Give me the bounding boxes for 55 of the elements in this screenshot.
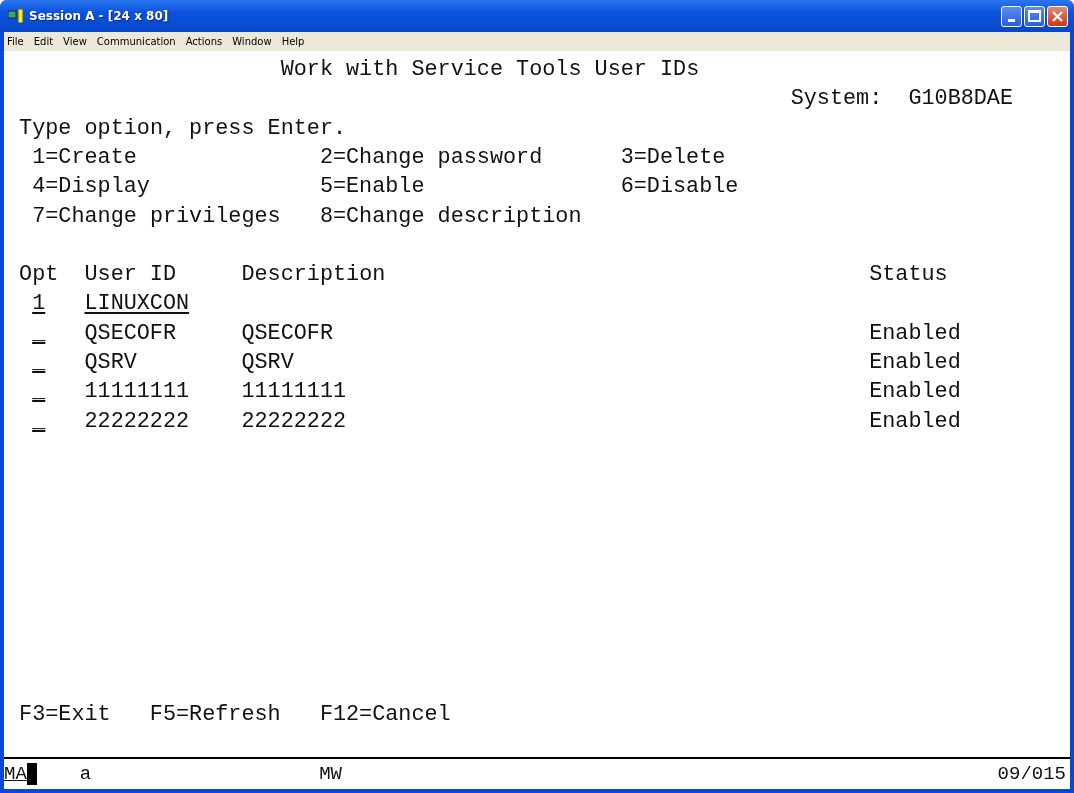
description-cell: 22222222 [241,408,347,434]
menu-item[interactable]: Actions [185,36,223,47]
session-indicator: MA [4,763,27,785]
user-id-cell: 22222222 [84,408,190,434]
system-name: G10B8DAE [908,86,1013,112]
menu-item[interactable]: Help [281,36,305,47]
function-key[interactable]: F3=Exit [19,701,111,727]
function-key[interactable]: F5=Refresh [149,701,281,727]
status-field: MW [319,763,343,785]
user-id-cell: 11111111 [84,379,190,405]
option-legend: 1=Create [32,145,137,171]
user-id-cell: QSECOFR [84,320,176,346]
option-field[interactable]: _ [32,379,46,405]
menu-item[interactable]: Edit [33,36,54,47]
option-field[interactable]: 1 [32,291,46,317]
status-cell: Enabled [869,320,961,346]
option-field[interactable]: _ [32,320,46,346]
menu-item[interactable]: Communication [96,36,176,47]
cursor-position: 09/015 [997,763,1066,785]
menu-item[interactable]: File [7,36,24,47]
option-legend: 7=Change privileges [32,203,281,229]
cursor-block [26,763,37,785]
description-cell: QSECOFR [241,320,333,346]
column-header: Opt [19,262,59,288]
minimize-button[interactable] [1001,5,1022,27]
function-key[interactable]: F12=Cancel [319,701,451,727]
option-legend: 4=Display [32,174,150,200]
window-title: Session A - [24 x 80] [29,9,169,23]
description-cell: 11111111 [241,379,347,405]
option-legend: 5=Enable [319,174,425,200]
screen-title: Work with Service Tools User IDs [280,57,700,83]
user-id-field[interactable]: LINUXCON [84,291,242,317]
close-button[interactable] [1047,5,1068,27]
instruction-text: Type option, press Enter. [19,115,347,141]
status-cell: Enabled [869,408,961,434]
system-label: System: [790,86,883,112]
menu-item[interactable]: View [63,36,87,47]
status-cell: Enabled [869,379,961,405]
option-field[interactable]: _ [32,408,46,434]
option-legend: 3=Delete [620,145,726,171]
option-legend: 6=Disable [620,174,739,200]
terminal-icon [8,9,24,23]
menu-item[interactable]: Window [232,36,272,47]
maximize-button[interactable] [1024,5,1045,27]
column-header: Status [869,262,948,288]
option-legend: 8=Change description [319,203,582,229]
user-id-cell: QSRV [84,350,137,376]
option-field[interactable]: _ [32,350,46,376]
description-cell: QSRV [241,350,294,376]
option-legend: 2=Change password [319,145,543,171]
column-header: User ID [84,262,176,288]
status-cell: Enabled [869,350,961,376]
column-header: Description [241,262,386,288]
close-icon [1051,9,1064,23]
status-field: a [79,763,92,785]
